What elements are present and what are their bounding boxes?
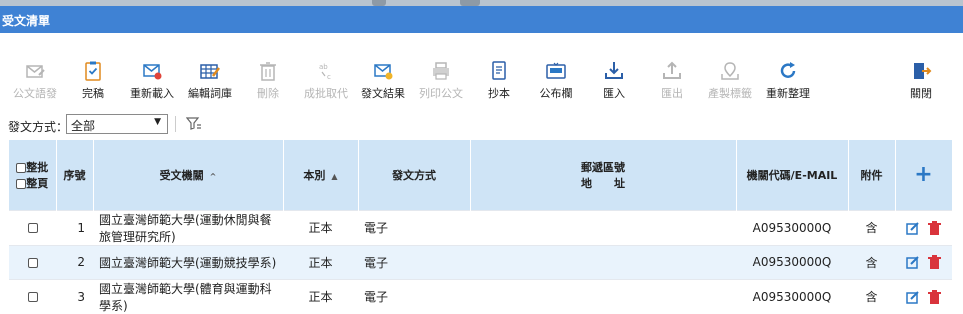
svg-text:ab: ab bbox=[319, 63, 328, 71]
row-seq: 1 bbox=[56, 209, 93, 245]
row-agency: 國立臺灣師範大學(運動休閒與餐旅管理研究所) bbox=[93, 209, 283, 245]
table-row[interactable]: 3 國立臺灣師範大學(體育與運動科學系) 正本 電子 A09530000Q 含 bbox=[9, 278, 952, 314]
row-agency: 國立臺灣師範大學(運動競技學系) bbox=[93, 244, 283, 279]
row-copy-type: 正本 bbox=[283, 244, 358, 279]
row-checkbox[interactable] bbox=[27, 257, 38, 268]
mail-reload-icon bbox=[143, 64, 162, 80]
column-header-attachment[interactable]: 附件 bbox=[848, 140, 896, 210]
row-code: A09530000Q bbox=[736, 278, 848, 314]
toolbar-button-finalize[interactable]: 完稿 bbox=[65, 60, 121, 101]
document-check-icon bbox=[85, 61, 101, 81]
filter-row: 發文方式： 全部 ▼ bbox=[0, 114, 963, 136]
toolbar-button-copy[interactable]: 抄本 bbox=[471, 60, 527, 101]
toolbar: 公文語發 完稿 重新載入 編輯詞庫 刪除 ab c 成批取代 發文結果 列印公文 … bbox=[0, 60, 963, 102]
toolbar-button-reload[interactable]: 重新載入 bbox=[124, 60, 180, 101]
row-attachment: 含 bbox=[848, 244, 895, 279]
toolbar-button-delete[interactable]: 刪除 bbox=[240, 60, 296, 101]
row-code: A09530000Q bbox=[736, 209, 848, 245]
row-copy-type: 正本 bbox=[283, 278, 358, 314]
table-edit-icon bbox=[200, 64, 220, 79]
import-icon bbox=[605, 62, 623, 79]
sort-ascending-icon: ▲ bbox=[331, 171, 338, 181]
row-method: 電子 bbox=[358, 278, 470, 314]
toolbar-button-print[interactable]: 列印公文 bbox=[413, 60, 469, 101]
row-code: A09530000Q bbox=[736, 244, 848, 279]
row-postal-address bbox=[470, 209, 736, 245]
toolbar-button-send[interactable]: 公文語發 bbox=[7, 60, 63, 101]
window-title-bar: 受文清單 bbox=[0, 6, 963, 33]
edit-icon[interactable] bbox=[906, 255, 920, 269]
send-method-select[interactable]: 全部 ▼ bbox=[66, 114, 168, 134]
column-header-code[interactable]: 機關代碼/E-MAIL bbox=[736, 140, 849, 210]
column-header-method[interactable]: 發文方式 bbox=[358, 140, 471, 210]
sort-caret-icon: ^ bbox=[209, 171, 217, 181]
divider bbox=[175, 116, 176, 132]
mail-result-icon bbox=[374, 64, 393, 80]
toolbar-button-bulletin[interactable]: 公布欄 bbox=[528, 60, 584, 101]
toolbar-button-close[interactable]: 關閉 bbox=[893, 60, 949, 101]
column-header-seq[interactable]: 序號 bbox=[56, 140, 94, 210]
add-row-button[interactable]: + bbox=[895, 140, 953, 210]
export-icon bbox=[663, 61, 681, 79]
row-attachment: 含 bbox=[848, 278, 895, 314]
column-header-agency[interactable]: 受文機關 ^ bbox=[93, 140, 284, 210]
refresh-icon bbox=[780, 62, 796, 78]
table-row[interactable]: 2 國立臺灣師範大學(運動競技學系) 正本 電子 A09530000Q 含 bbox=[9, 244, 952, 279]
delete-icon[interactable] bbox=[927, 255, 941, 270]
recipient-table: 整批 整頁 序號 受文機關 ^ 本別 ▲ 發文方式 郵遞區號 地 址 機關代碼/E-… bbox=[9, 140, 953, 314]
row-copy-type: 正本 bbox=[283, 209, 358, 245]
row-method: 電子 bbox=[358, 209, 470, 245]
row-checkbox[interactable] bbox=[27, 292, 38, 302]
row-seq: 2 bbox=[56, 244, 93, 279]
exit-icon bbox=[914, 63, 932, 79]
column-header-postal-address[interactable]: 郵遞區號 地 址 bbox=[470, 140, 737, 210]
plus-icon: + bbox=[914, 162, 933, 188]
toolbar-button-edit-thesaurus[interactable]: 編輯詞庫 bbox=[182, 60, 238, 101]
copy-document-icon bbox=[492, 61, 506, 80]
edit-icon[interactable] bbox=[906, 221, 920, 235]
replace-text-icon: ab c bbox=[319, 63, 331, 81]
row-agency: 國立臺灣師範大學(體育與運動科學系) bbox=[93, 278, 283, 314]
toolbar-button-export[interactable]: 匯出 bbox=[644, 60, 700, 101]
toolbar-button-refresh[interactable]: 重新整理 bbox=[760, 60, 816, 101]
send-method-label: 發文方式： bbox=[8, 120, 69, 134]
toolbar-button-import[interactable]: 匯入 bbox=[586, 60, 642, 101]
select-all-header: 整批 整頁 bbox=[9, 140, 57, 210]
toolbar-button-make-label[interactable]: 產製標籤 bbox=[702, 60, 758, 101]
edit-icon[interactable] bbox=[906, 290, 920, 304]
row-postal-address bbox=[470, 278, 736, 314]
bulletin-board-icon bbox=[546, 62, 566, 79]
row-postal-address bbox=[470, 244, 736, 279]
window-title: 受文清單 bbox=[2, 14, 51, 28]
select-page-checkbox[interactable] bbox=[16, 178, 27, 189]
filter-icon[interactable] bbox=[186, 117, 202, 131]
select-batch-checkbox[interactable] bbox=[16, 162, 27, 173]
mail-edit-icon bbox=[26, 65, 45, 78]
printer-icon bbox=[433, 62, 449, 80]
column-header-copy-type[interactable]: 本別 ▲ bbox=[283, 140, 359, 210]
svg-text:c: c bbox=[327, 73, 331, 81]
label-pin-icon bbox=[721, 62, 739, 80]
toolbar-button-batch-replace[interactable]: ab c 成批取代 bbox=[298, 60, 354, 101]
toolbar-button-send-result[interactable]: 發文結果 bbox=[355, 60, 411, 101]
delete-icon[interactable] bbox=[927, 220, 941, 235]
table-header-row: 整批 整頁 序號 受文機關 ^ 本別 ▲ 發文方式 郵遞區號 地 址 機關代碼/E-… bbox=[9, 140, 953, 210]
row-checkbox[interactable] bbox=[27, 223, 38, 233]
row-seq: 3 bbox=[56, 278, 93, 314]
delete-icon[interactable] bbox=[927, 289, 941, 304]
chevron-down-icon: ▼ bbox=[154, 117, 161, 127]
table-row[interactable]: 1 國立臺灣師範大學(運動休閒與餐旅管理研究所) 正本 電子 A09530000… bbox=[9, 209, 952, 245]
row-attachment: 含 bbox=[848, 209, 895, 245]
trash-icon bbox=[260, 62, 276, 81]
row-method: 電子 bbox=[358, 244, 470, 279]
